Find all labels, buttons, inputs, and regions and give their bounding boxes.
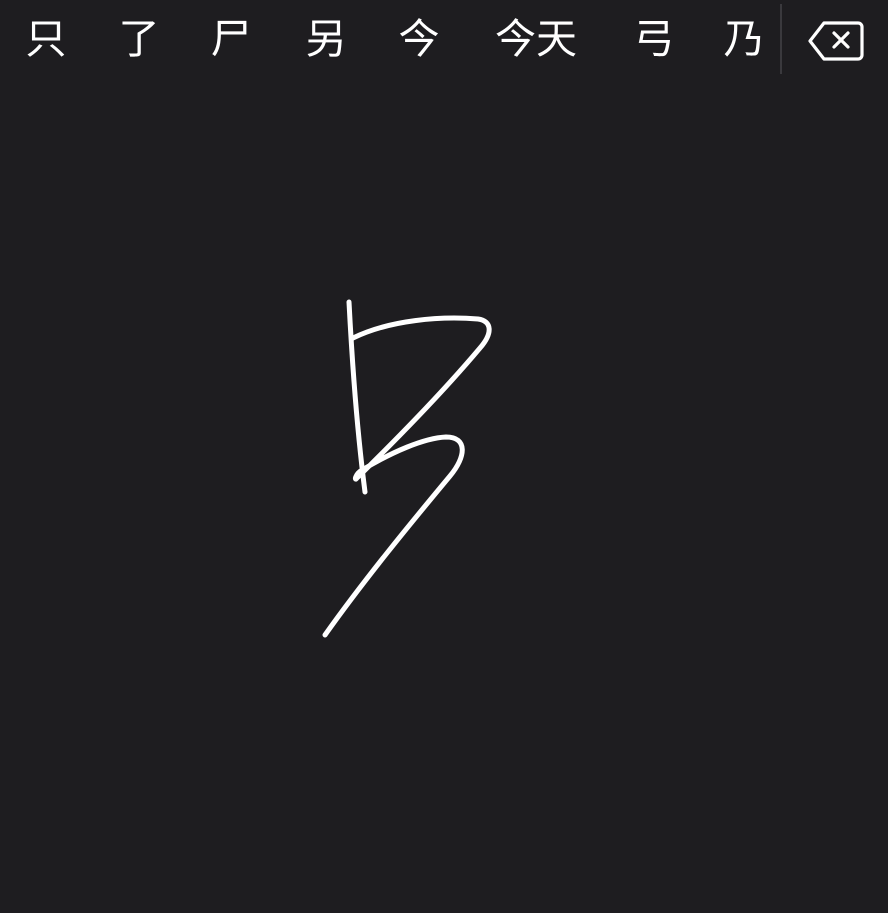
stroke-hook xyxy=(322,315,492,638)
handwriting-keyboard: 只 了 尸 另 今 今天 弓 乃 xyxy=(0,0,888,913)
candidate-3[interactable]: 尸 xyxy=(195,8,267,70)
candidate-separator xyxy=(780,4,782,74)
candidate-2[interactable]: 了 xyxy=(103,8,175,70)
handwriting-strokes xyxy=(322,299,492,638)
candidate-1[interactable]: 只 xyxy=(10,8,82,70)
candidate-4[interactable]: 另 xyxy=(290,8,362,70)
candidate-bar: 只 了 尸 另 今 今天 弓 乃 xyxy=(0,0,888,82)
backspace-icon xyxy=(808,21,864,61)
candidate-7[interactable]: 弓 xyxy=(618,8,690,70)
stroke-vertical xyxy=(346,299,368,495)
candidate-6[interactable]: 今天 xyxy=(485,8,587,70)
candidate-8[interactable]: 乃 xyxy=(708,8,780,70)
delete-button[interactable] xyxy=(800,10,872,72)
candidate-5[interactable]: 今 xyxy=(383,8,455,70)
handwriting-canvas[interactable] xyxy=(0,82,888,913)
